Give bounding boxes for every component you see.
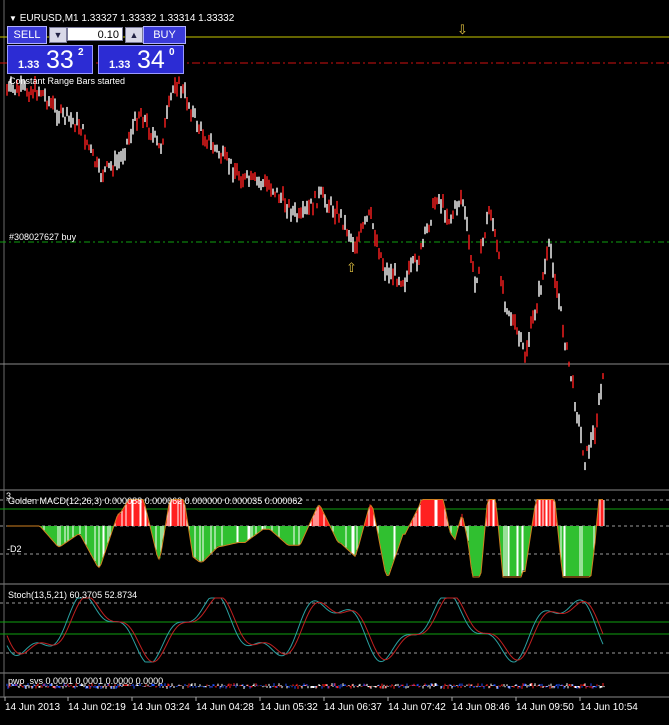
time-axis-label: 14 Jun 06:37 — [324, 702, 382, 713]
time-axis-label: 14 Jun 08:46 — [452, 702, 510, 713]
macd-level-label: -D2 — [7, 544, 22, 554]
buy-button[interactable]: BUY — [143, 26, 186, 44]
sell-arrow-icon: ⇩ — [457, 22, 468, 37]
stochastic-lines — [6, 597, 604, 663]
stoch-signal-line — [6, 597, 604, 663]
buy-price-pips: 34 — [137, 46, 165, 74]
order-label: #308027627 buy — [9, 232, 77, 242]
buy-price-prefix: 1.33 — [109, 59, 131, 71]
buy-price-box[interactable]: 1.33 34 0 — [98, 45, 184, 74]
time-axis-label: 14 Jun 2013 — [5, 702, 61, 713]
macd-indicator-label: Golden MACD(12,26,3) 0.000088 0.000062 0… — [8, 496, 303, 506]
symbol-ohlc-text: EURUSD,M1 1.33327 1.33332 1.33314 1.3333… — [19, 13, 235, 24]
time-axis-label: 14 Jun 04:28 — [196, 702, 254, 713]
lot-decrease-icon[interactable]: ▼ — [49, 27, 67, 43]
time-axis-label: 14 Jun 02:19 — [68, 702, 126, 713]
status-comment: Constant Range Bars started — [9, 76, 126, 86]
window-icon: ▼ — [9, 14, 17, 23]
range-bars-series — [6, 75, 604, 471]
stoch-indicator-label: Stoch(13,5,21) 60.3705 52.8734 — [8, 590, 138, 600]
time-axis-label: 14 Jun 09:50 — [516, 702, 574, 713]
sell-price-pips: 33 — [46, 46, 74, 74]
one-click-trade-panel: SELL ▼ 0.10 ▲ BUY 1.33 33 2 1.33 34 0 — [7, 26, 186, 74]
sell-button[interactable]: SELL — [7, 26, 47, 44]
sell-price-fraction: 2 — [78, 47, 84, 58]
pwo-indicator-label: pwo_svs 0.0001 0.0001 0.0000 0.0000 — [8, 676, 164, 686]
buy-price-fraction: 0 — [169, 47, 175, 58]
sell-price-box[interactable]: 1.33 33 2 — [7, 45, 93, 74]
time-axis-label: 14 Jun 10:54 — [580, 702, 638, 713]
lot-increase-icon[interactable]: ▲ — [125, 27, 143, 43]
chart-window[interactable]: ⇩ ⇧ ▼ EURUSD,M1 1.33327 1.33332 1.33314 … — [0, 0, 669, 720]
macd-histogram — [7, 498, 605, 578]
time-axis-label: 14 Jun 07:42 — [388, 702, 446, 713]
symbol-header: ▼ EURUSD,M1 1.33327 1.33332 1.33314 1.33… — [9, 13, 234, 24]
lot-size-input[interactable]: 0.10 — [67, 27, 123, 41]
stoch-main-line — [6, 597, 604, 663]
time-axis-label: 14 Jun 03:24 — [132, 702, 190, 713]
sell-price-prefix: 1.33 — [18, 59, 40, 71]
price-chart-canvas[interactable]: ⇩ ⇧ — [0, 0, 669, 720]
time-axis-label: 14 Jun 05:32 — [260, 702, 318, 713]
buy-arrow-icon: ⇧ — [346, 260, 357, 275]
time-axis-ticks — [4, 697, 581, 701]
